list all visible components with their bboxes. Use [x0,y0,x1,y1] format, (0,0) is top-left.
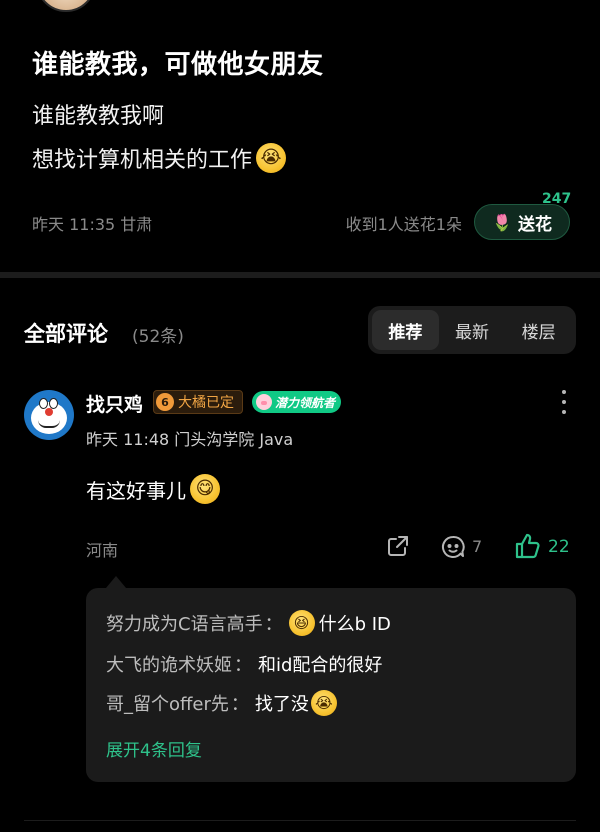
tab-recommended[interactable]: 推荐 [372,310,439,350]
comment-author-name[interactable]: 找只鸡 [86,390,143,417]
tab-latest[interactable]: 最新 [439,310,506,350]
crying-emoji-icon: 😭 [310,690,337,716]
reply-item[interactable]: 努力成为C语言高手 ： 😆 什么b ID [106,610,391,636]
comment-author-avatar[interactable] [24,390,74,440]
level-number: 6 [156,393,174,411]
avatar-nose [45,408,53,416]
share-icon[interactable] [386,534,410,558]
send-flower-button[interactable]: 🌷 送花 [474,204,570,240]
comment-divider [24,820,576,821]
comment-sort-tabs: 推荐 最新 楼层 [368,306,576,354]
comments-count: (52条) [132,327,184,347]
reply-text: 找了没 [254,694,309,715]
more-options-icon[interactable] [554,390,574,414]
send-flower-label: 送花 [517,214,552,235]
replies-panel: 努力成为C语言高手 ： 😆 什么b ID 大飞的诡术妖姬 ： 和id配合的很好 … [86,576,576,782]
comment-time-school: 昨天 11:48 门头沟学院 Java [86,430,294,449]
comments-title: 全部评论 [24,322,108,346]
reply-comment-icon[interactable] [440,534,466,560]
user-tag-text: 潜力领航者 [275,395,336,410]
reply-count: 7 [472,537,483,556]
post-time-location: 昨天 11:35 甘肃 [32,215,153,234]
user-tag-badge: 潜力领航者 [252,391,342,413]
tab-floor[interactable]: 楼层 [505,310,572,350]
post-title: 谁能教我，可做他女朋友 [32,50,324,80]
like-count: 22 [548,537,570,557]
reply-item[interactable]: 哥_留个offer先 ： 找了没 😭 [106,690,337,716]
reply-author[interactable]: 大飞的诡术妖姬 [106,651,232,677]
post-body-line-2-text: 想找计算机相关的工作 [32,148,253,173]
expand-replies-link[interactable]: 展开4条回复 [106,736,202,761]
reply-text: 什么b ID [318,614,391,635]
laughing-emoji-icon: 😆 [288,610,315,636]
reply-text: 和id配合的很好 [258,655,383,676]
pig-icon [256,394,272,410]
comment-location: 河南 [86,541,119,560]
section-divider [0,272,600,278]
comment-text: 有这好事儿 😋 [86,474,220,504]
post-body-line-2: 想找计算机相关的工作 😭 [32,142,287,174]
comment-text-content: 有这好事儿 [86,478,186,503]
reply-author[interactable]: 哥_留个offer先 [106,690,229,716]
user-level-badge: 6 大橘已定 [153,390,243,414]
reply-author[interactable]: 努力成为C语言高手 [106,610,263,636]
flower-icon: 🌷 [492,212,512,232]
post-author-avatar[interactable] [36,0,96,12]
flower-received-text: 收到1人送花1朵 [345,215,462,234]
post-body-line-1: 谁能教教我啊 [32,104,165,129]
yum-emoji-icon: 😋 [190,474,220,504]
level-badge-text: 大橘已定 [178,395,234,411]
crying-emoji-icon: 😭 [256,143,287,173]
thumbs-up-icon[interactable] [514,532,542,560]
reply-item[interactable]: 大飞的诡术妖姬 ： 和id配合的很好 [106,651,382,677]
